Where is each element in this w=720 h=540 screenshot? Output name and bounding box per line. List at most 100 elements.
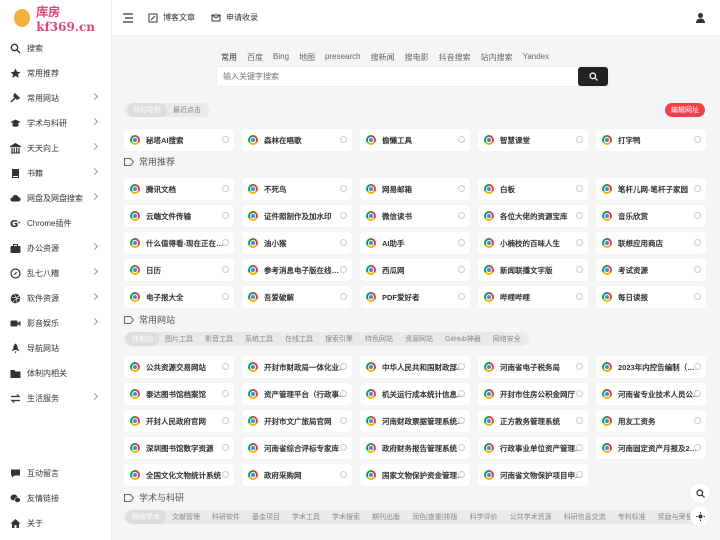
- site-card[interactable]: 每日读报: [596, 286, 706, 308]
- search-tab[interactable]: 常用: [221, 52, 237, 63]
- info-icon[interactable]: [694, 185, 701, 192]
- section-subtab[interactable]: 期刊出版: [366, 510, 406, 524]
- search-tab[interactable]: Yandex: [523, 52, 550, 63]
- info-icon[interactable]: [340, 212, 347, 219]
- site-card[interactable]: 秘塔AI搜索: [124, 129, 234, 151]
- site-card[interactable]: 全国文化文物统计系统: [124, 464, 234, 486]
- info-icon[interactable]: [340, 363, 347, 370]
- info-icon[interactable]: [458, 444, 465, 451]
- sidebar-item[interactable]: 互动留言: [0, 461, 111, 486]
- search-tab[interactable]: 百度: [247, 52, 263, 63]
- site-card[interactable]: 智慧课堂: [478, 129, 588, 151]
- search-input[interactable]: [217, 72, 578, 81]
- section-subtab[interactable]: 搜索引擎: [319, 332, 359, 346]
- info-icon[interactable]: [340, 471, 347, 478]
- info-icon[interactable]: [222, 363, 229, 370]
- info-icon[interactable]: [576, 417, 583, 424]
- info-icon[interactable]: [340, 390, 347, 397]
- section-subtab[interactable]: 科学评价: [464, 510, 504, 524]
- site-card[interactable]: 吾爱破解: [242, 286, 352, 308]
- sidebar-item[interactable]: 乱七八糟: [0, 261, 111, 286]
- site-card[interactable]: 云端文件传输: [124, 205, 234, 227]
- nav-pill-tab[interactable]: 最近点击: [167, 103, 207, 117]
- site-card[interactable]: 资产管理平台（行政事...: [242, 383, 352, 405]
- site-card[interactable]: 不死鸟: [242, 178, 352, 200]
- info-icon[interactable]: [694, 390, 701, 397]
- search-tab[interactable]: 地图: [299, 52, 315, 63]
- site-card[interactable]: 政府采购网: [242, 464, 352, 486]
- section-subtab[interactable]: 文献管理: [166, 510, 206, 524]
- info-icon[interactable]: [222, 136, 229, 143]
- info-icon[interactable]: [576, 471, 583, 478]
- site-logo[interactable]: 库房kf369.cn: [0, 0, 111, 36]
- section-subtab[interactable]: 润色|查重|排版: [406, 510, 464, 524]
- section-subtab[interactable]: 网络学术: [126, 510, 166, 524]
- site-card[interactable]: 河南省综合评标专家库: [242, 437, 352, 459]
- site-card[interactable]: 正方教务管理系统: [478, 410, 588, 432]
- info-icon[interactable]: [458, 239, 465, 246]
- site-card[interactable]: 机关运行成本统计信息...: [360, 383, 470, 405]
- search-tab[interactable]: 抖音搜索: [439, 52, 471, 63]
- info-icon[interactable]: [222, 417, 229, 424]
- info-icon[interactable]: [694, 239, 701, 246]
- section-subtab[interactable]: 系统工具: [239, 332, 279, 346]
- info-icon[interactable]: [694, 136, 701, 143]
- info-icon[interactable]: [340, 266, 347, 273]
- info-icon[interactable]: [458, 136, 465, 143]
- info-icon[interactable]: [340, 185, 347, 192]
- site-card[interactable]: 河南固定资产月报及202...: [596, 437, 706, 459]
- site-card[interactable]: 开封市文广旅局官网: [242, 410, 352, 432]
- info-icon[interactable]: [576, 363, 583, 370]
- sidebar-item[interactable]: 网盘及网盘搜索: [0, 186, 111, 211]
- search-button[interactable]: [578, 67, 608, 86]
- info-icon[interactable]: [222, 444, 229, 451]
- nav-pill-tab[interactable]: 我的导航: [127, 103, 167, 117]
- site-card[interactable]: 开封市财政局一体化业...: [242, 356, 352, 378]
- site-card[interactable]: 电子报大全: [124, 286, 234, 308]
- site-card[interactable]: 笔杆儿网-笔杆子家园: [596, 178, 706, 200]
- sidebar-item[interactable]: 天天向上: [0, 136, 111, 161]
- section-subtab[interactable]: 网络安全: [487, 332, 527, 346]
- site-card[interactable]: 西瓜网: [360, 259, 470, 281]
- site-card[interactable]: 国家文物保护资金管理...: [360, 464, 470, 486]
- site-card[interactable]: AI助手: [360, 232, 470, 254]
- info-icon[interactable]: [340, 444, 347, 451]
- site-card[interactable]: 公共资源交易网站: [124, 356, 234, 378]
- site-card[interactable]: 2023年内控告编制（河南）: [596, 356, 706, 378]
- site-card[interactable]: 打字鸭: [596, 129, 706, 151]
- info-icon[interactable]: [458, 293, 465, 300]
- search-tab[interactable]: Bing: [273, 52, 289, 63]
- sidebar-item[interactable]: 学术与科研: [0, 111, 111, 136]
- section-subtab[interactable]: 在线工具: [279, 332, 319, 346]
- site-card[interactable]: 泰达图书馆档案馆: [124, 383, 234, 405]
- sidebar-item[interactable]: 常用推荐: [0, 61, 111, 86]
- site-card[interactable]: 森林在唱歌: [242, 129, 352, 151]
- info-icon[interactable]: [222, 390, 229, 397]
- site-card[interactable]: 参考消息电子版在线阅读: [242, 259, 352, 281]
- info-icon[interactable]: [576, 293, 583, 300]
- user-icon[interactable]: [695, 12, 706, 23]
- section-subtab[interactable]: 特色网站: [359, 332, 399, 346]
- blog-posts-link[interactable]: 博客文章: [148, 12, 195, 23]
- info-icon[interactable]: [576, 136, 583, 143]
- info-icon[interactable]: [222, 293, 229, 300]
- site-card[interactable]: 深圳图书馆数字资源: [124, 437, 234, 459]
- search-float-button[interactable]: [690, 483, 710, 503]
- info-icon[interactable]: [458, 212, 465, 219]
- info-icon[interactable]: [576, 444, 583, 451]
- sidebar-item[interactable]: 友情链接: [0, 486, 111, 511]
- theme-toggle-button[interactable]: [690, 506, 710, 526]
- info-icon[interactable]: [458, 363, 465, 370]
- sidebar-item[interactable]: 常用网站: [0, 86, 111, 111]
- info-icon[interactable]: [576, 390, 583, 397]
- site-card[interactable]: 中华人民共和国财政部...: [360, 356, 470, 378]
- sidebar-item[interactable]: 关于: [0, 511, 111, 536]
- site-card[interactable]: 小楠枝的百味人生: [478, 232, 588, 254]
- sidebar-item[interactable]: 体制内相关: [0, 361, 111, 386]
- section-subtab[interactable]: 图片工具: [159, 332, 199, 346]
- info-icon[interactable]: [222, 239, 229, 246]
- apply-link[interactable]: 申请收录: [211, 12, 258, 23]
- site-card[interactable]: 用友工资务: [596, 410, 706, 432]
- info-icon[interactable]: [340, 293, 347, 300]
- sidebar-item[interactable]: 生活服务: [0, 386, 111, 411]
